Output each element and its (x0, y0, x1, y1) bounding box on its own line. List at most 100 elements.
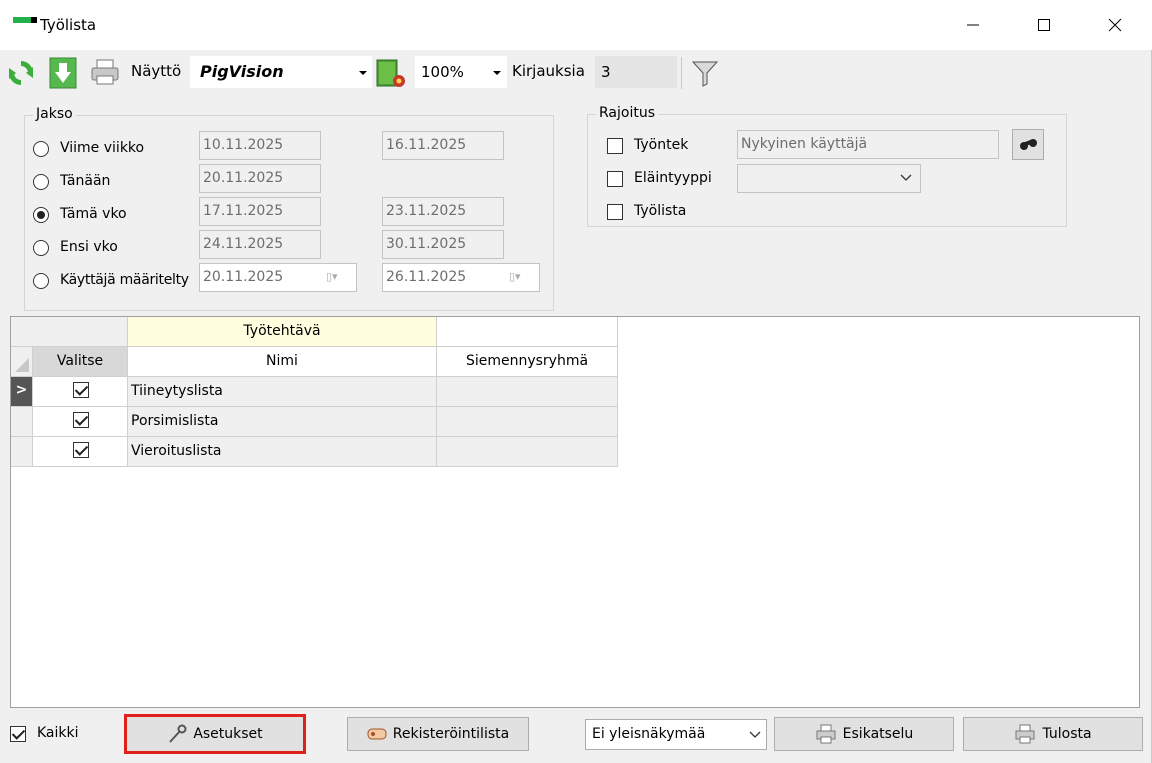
kaikki-checkbox[interactable] (10, 726, 26, 742)
kirjauksia-label: Kirjauksia (512, 62, 585, 80)
maximize-button[interactable] (1021, 6, 1067, 44)
view-select-value: Ei yleisnäkymää (592, 726, 706, 742)
report-settings-button[interactable] (375, 57, 407, 89)
jakso-to-value: 26.11.2025 (386, 269, 467, 285)
calendar-dropdown-icon[interactable]: ▯▾ (326, 270, 352, 286)
elaintyyppi-checkbox[interactable] (607, 171, 623, 187)
jakso-to-value: 16.11.2025 (386, 137, 467, 153)
close-button[interactable] (1092, 6, 1138, 44)
jakso-radio-0[interactable] (33, 141, 49, 157)
row-group-cell[interactable] (437, 407, 618, 437)
jakso-radio-2[interactable] (33, 207, 49, 223)
jakso-from-field: 20.11.2025 (199, 164, 321, 193)
jakso-to-field: 16.11.2025 (382, 131, 504, 160)
jakso-radio-3[interactable] (33, 240, 49, 256)
chevron-down-icon (359, 71, 367, 75)
zoom-select[interactable]: 100% (415, 56, 507, 88)
row-group-cell[interactable] (437, 437, 618, 467)
row-header-corner (11, 347, 33, 377)
jakso-option-label: Ensi vko (60, 239, 118, 255)
maximize-icon (1038, 19, 1050, 31)
jakso-option-label: Käyttäjä määritelty (60, 272, 189, 288)
jakso-to-field[interactable]: 26.11.2025 ▯▾ (382, 263, 540, 292)
rekisterointilista-label: Rekisteröintilista (392, 726, 510, 742)
row-header[interactable]: > (11, 377, 33, 407)
jakso-to-field: 23.11.2025 (382, 197, 504, 226)
refresh-button[interactable] (6, 58, 36, 88)
band-header-tyotehtava: Työtehtävä (128, 317, 437, 347)
row-valitse-cell[interactable] (33, 407, 128, 437)
naytto-select[interactable]: PigVision (190, 56, 372, 88)
row-select-checkbox[interactable] (73, 442, 89, 458)
wrench-icon (169, 724, 187, 743)
row-select-checkbox[interactable] (73, 412, 89, 428)
jakso-from-value: 20.11.2025 (203, 170, 284, 186)
jakso-from-value: 20.11.2025 (203, 269, 284, 285)
tulosta-button[interactable]: Tulosta (963, 717, 1143, 751)
esikatselu-label: Esikatselu (842, 726, 914, 742)
book-gear-icon (376, 59, 405, 87)
tyontek-label: Työntek (634, 137, 689, 153)
jakso-radio-1[interactable] (33, 174, 49, 190)
printer-icon (91, 59, 119, 85)
download-button[interactable] (49, 57, 77, 89)
naytto-label: Näyttö (131, 62, 182, 80)
elaintyyppi-select[interactable] (737, 164, 921, 193)
pointing-hand-icon (367, 728, 387, 740)
row-header[interactable] (11, 437, 33, 467)
jakso-from-value: 10.11.2025 (203, 137, 284, 153)
row-group-cell[interactable] (437, 377, 618, 407)
current-row-marker: > (15, 382, 28, 398)
jakso-to-value: 23.11.2025 (386, 203, 467, 219)
chevron-down-icon (900, 174, 912, 181)
refresh-icon (9, 61, 33, 85)
jakso-from-field: 17.11.2025 (199, 197, 321, 226)
task-grid[interactable]: Työtehtävä Valitse Nimi Siemennysryhmä >… (10, 316, 1140, 708)
corner-triangle-icon (15, 358, 29, 372)
main-window: Työlista Näyttö PigVision 100% Kirjauksi… (0, 0, 1152, 763)
jakso-option-label: Tänään (60, 173, 111, 189)
printer-icon (816, 724, 836, 744)
calendar-dropdown-icon[interactable]: ▯▾ (509, 270, 535, 286)
jakso-to-field: 30.11.2025 (382, 230, 504, 259)
row-name-cell[interactable]: Vieroituslista (128, 437, 437, 467)
row-name-cell[interactable]: Porsimislista (128, 407, 437, 437)
kirjauksia-value: 3 (601, 63, 611, 81)
view-select[interactable]: Ei yleisnäkymää (585, 719, 767, 750)
row-valitse-cell[interactable] (33, 437, 128, 467)
column-header-valitse[interactable]: Valitse (33, 347, 128, 377)
kirjauksia-count: 3 (595, 56, 677, 88)
kaikki-label: Kaikki (37, 725, 79, 741)
print-button[interactable] (89, 58, 121, 86)
column-header-siemennysryhma[interactable]: Siemennysryhmä (437, 347, 618, 377)
filter-button[interactable] (690, 58, 720, 88)
tulosta-label: Tulosta (1042, 726, 1092, 742)
band-header-empty (437, 317, 618, 347)
select-user-button[interactable] (1012, 129, 1044, 160)
tyolista-checkbox[interactable] (607, 204, 623, 220)
column-header-nimi[interactable]: Nimi (128, 347, 437, 377)
chevron-down-icon (493, 71, 501, 75)
window-title: Työlista (40, 16, 97, 34)
jakso-from-field[interactable]: 20.11.2025 ▯▾ (199, 263, 357, 292)
jakso-option-label: Tämä vko (60, 206, 127, 222)
tyontek-checkbox[interactable] (607, 138, 623, 154)
grid-corner-top (11, 317, 128, 347)
minimize-button[interactable] (950, 6, 996, 44)
row-name-cell[interactable]: Tiineytyslista (128, 377, 437, 407)
asetukset-button[interactable]: Asetukset (124, 714, 306, 754)
app-icon (13, 17, 37, 23)
asetukset-label: Asetukset (193, 726, 263, 742)
jakso-to-value: 30.11.2025 (386, 236, 467, 252)
esikatselu-button[interactable]: Esikatselu (774, 717, 954, 751)
jakso-title: Jakso (33, 106, 76, 122)
rekisterointilista-button[interactable]: Rekisteröintilista (347, 717, 529, 751)
jakso-radio-4[interactable] (33, 273, 49, 289)
row-select-checkbox[interactable] (73, 382, 89, 398)
jakso-from-field: 24.11.2025 (199, 230, 321, 259)
binoculars-icon (1020, 139, 1037, 150)
row-valitse-cell[interactable] (33, 377, 128, 407)
tyontek-field[interactable]: Nykyinen käyttäjä (737, 130, 999, 159)
rajoitus-title: Rajoitus (596, 105, 658, 121)
row-header[interactable] (11, 407, 33, 437)
